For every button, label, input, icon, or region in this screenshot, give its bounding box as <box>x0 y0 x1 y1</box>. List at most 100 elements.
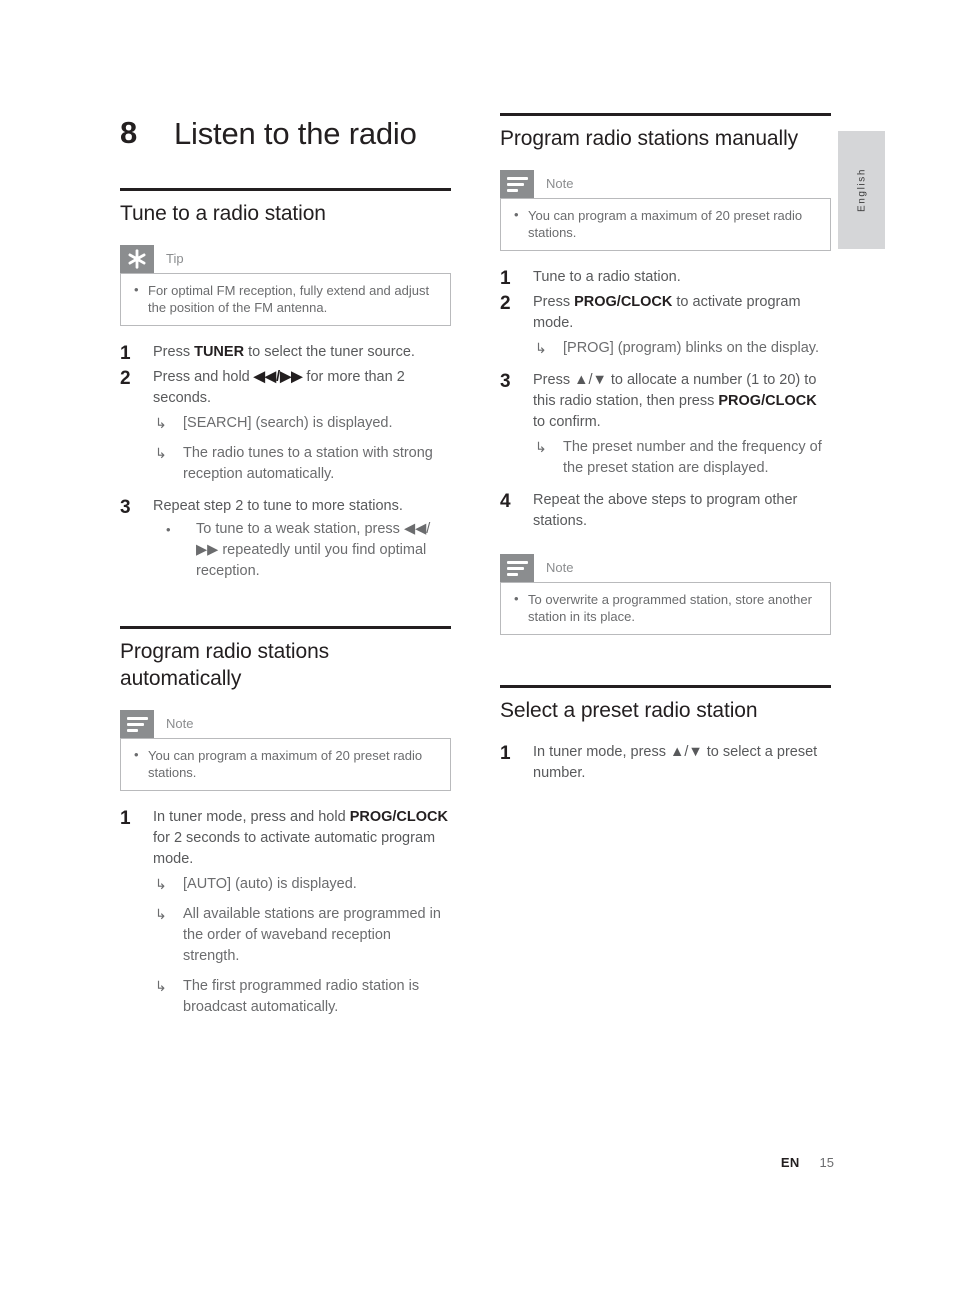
bullet-dot-icon: • <box>166 522 171 537</box>
step-number: 2 <box>120 368 131 389</box>
step-body: Press TUNER to select the tuner source. <box>153 342 451 363</box>
result-text: [AUTO] (auto) is displayed. <box>183 876 357 892</box>
footer-page-number: 15 <box>819 1155 834 1170</box>
step-body: In tuner mode, press ▲/▼ to select a pre… <box>533 742 831 784</box>
manual-page: English 8 Listen to the radio Tune to a … <box>0 0 954 1291</box>
result-arrow-icon: ↳ <box>155 978 167 994</box>
section-heading: Program radio stations manually <box>500 127 799 150</box>
chapter-title: Listen to the radio <box>174 116 417 151</box>
key-label: PROG/CLOCK <box>574 294 673 310</box>
key-label: PROG/CLOCK <box>718 393 817 409</box>
step-number: 2 <box>500 293 511 314</box>
chapter-number: 8 <box>120 115 138 150</box>
result-text: The preset number and the frequency of t… <box>563 439 822 476</box>
step-number: 3 <box>120 497 131 518</box>
callout-item: You can program a maximum of 20 preset r… <box>511 206 820 241</box>
step-list-tune: 1 Press TUNER to select the tuner source… <box>120 342 451 582</box>
language-tab-label: English <box>856 168 867 212</box>
section-heading: Program radio stations automatically <box>120 640 330 690</box>
section-heading: Select a preset radio station <box>500 699 758 722</box>
step-body: Repeat the above steps to program other … <box>533 490 831 532</box>
note-callout-label: Note <box>166 716 194 731</box>
result-item: ↳ All available stations are programmed i… <box>153 904 451 967</box>
section-rule <box>120 188 451 191</box>
key-label: PROG/CLOCK <box>349 809 448 825</box>
note-callout: Note You can program a maximum of 20 pre… <box>500 170 831 251</box>
note-callout-body: To overwrite a programmed station, store… <box>500 582 831 635</box>
result-list: ↳ [PROG] (program) blinks on the display. <box>533 338 831 359</box>
step-item: 1 In tuner mode, press ▲/▼ to select a p… <box>500 742 831 784</box>
step-body: Press PROG/CLOCK to activate program mod… <box>533 292 831 368</box>
result-item: ↳ [PROG] (program) blinks on the display. <box>533 338 831 359</box>
callout-item: For optimal FM reception, fully extend a… <box>131 281 440 316</box>
step-text: Press ▲/▼ to allocate a number (1 to 20)… <box>533 372 817 430</box>
note-callout-label: Note <box>546 560 574 575</box>
section-heading: Tune to a radio station <box>120 202 326 225</box>
section-program-radio-stations-automatically: Program radio stations automatically Not… <box>120 626 451 1027</box>
note-callout-overwrite: Note To overwrite a programmed station, … <box>500 554 831 635</box>
step-text: Repeat step 2 to tune to more stations. <box>153 498 403 514</box>
step-number: 1 <box>500 743 511 764</box>
step-body: In tuner mode, press and hold PROG/CLOCK… <box>153 807 451 1027</box>
step-item: 2 Press PROG/CLOCK to activate program m… <box>500 292 831 368</box>
section-rule <box>500 685 831 688</box>
step-body: Repeat step 2 to tune to more stations. … <box>153 496 451 582</box>
sub-bullet-text: To tune to a weak station, press ◀◀/▶▶ r… <box>196 521 431 579</box>
note-callout: Note You can program a maximum of 20 pre… <box>120 710 451 791</box>
result-text: [SEARCH] (search) is displayed. <box>183 415 393 431</box>
skip-keys-label: ◀◀/▶▶ <box>253 369 303 385</box>
page-footer: EN 15 <box>0 1155 834 1170</box>
note-lines-icon <box>500 554 534 582</box>
note-callout-body: You can program a maximum of 20 preset r… <box>120 738 451 791</box>
step-item: 4 Repeat the above steps to program othe… <box>500 490 831 532</box>
step-item: 1 Tune to a radio station. <box>500 267 831 290</box>
step-item: 3 Repeat step 2 to tune to more stations… <box>120 496 451 582</box>
tip-callout-header: Tip <box>120 245 451 273</box>
sub-bullet-item: • To tune to a weak station, press ◀◀/▶▶ … <box>153 519 451 582</box>
step-text: Repeat the above steps to program other … <box>533 492 798 529</box>
step-number: 4 <box>500 491 511 512</box>
result-item: ↳ [AUTO] (auto) is displayed. <box>153 874 451 895</box>
note-callout-body: You can program a maximum of 20 preset r… <box>500 198 831 251</box>
note-lines-icon <box>120 710 154 738</box>
result-list: ↳ [SEARCH] (search) is displayed. ↳ The ra… <box>153 413 451 485</box>
right-column: Program radio stations manually Note You… <box>500 113 831 806</box>
footer-locale: EN <box>780 1155 800 1170</box>
step-body: Press ▲/▼ to allocate a number (1 to 20)… <box>533 370 831 488</box>
result-arrow-icon: ↳ <box>155 445 167 461</box>
section-tune-to-a-radio-station: Tune to a radio station Tip • For optima… <box>120 188 451 582</box>
section-select-a-preset-radio-station: Select a preset radio station 1 In tuner… <box>500 685 831 784</box>
step-text: Press and hold ◀◀/▶▶ for more than 2 sec… <box>153 369 405 406</box>
result-text: The radio tunes to a station with strong… <box>183 445 433 482</box>
tip-callout: Tip For optimal FM reception, fully exte… <box>120 245 451 326</box>
result-arrow-icon: ↳ <box>155 906 167 922</box>
step-number: 3 <box>500 371 511 392</box>
result-arrow-icon: ↳ <box>155 876 167 892</box>
language-tab: English <box>838 131 885 249</box>
section-program-radio-stations-manually: Program radio stations manually Note You… <box>500 113 831 635</box>
step-text: In tuner mode, press and hold PROG/CLOCK… <box>153 809 448 867</box>
result-arrow-icon: ↳ <box>535 439 547 455</box>
section-rule <box>500 113 831 116</box>
callout-item: You can program a maximum of 20 preset r… <box>131 746 440 781</box>
result-text: All available stations are programmed in… <box>183 906 441 964</box>
chapter-heading: 8 Listen to the radio <box>120 113 451 154</box>
result-text: The first programmed radio station is br… <box>183 978 420 1015</box>
result-arrow-icon: ↳ <box>155 415 167 431</box>
result-item: ↳ The first programmed radio station is b… <box>153 976 451 1018</box>
step-number: 1 <box>500 268 511 289</box>
left-column: 8 Listen to the radio Tune to a radio st… <box>120 113 451 1049</box>
note-lines-icon <box>500 170 534 198</box>
callout-item: To overwrite a programmed station, store… <box>511 590 820 625</box>
step-list-select-preset: 1 In tuner mode, press ▲/▼ to select a p… <box>500 742 831 784</box>
step-text: Tune to a radio station. <box>533 269 681 285</box>
step-text: In tuner mode, press ▲/▼ to select a pre… <box>533 744 818 781</box>
step-body: Tune to a radio station. <box>533 267 831 288</box>
result-list: ↳ [AUTO] (auto) is displayed. ↳ All availa… <box>153 874 451 1018</box>
result-item: ↳ The radio tunes to a station with stron… <box>153 443 451 485</box>
note-callout-header: Note <box>500 170 831 198</box>
tip-callout-label: Tip <box>166 251 184 266</box>
note-callout-label: Note <box>546 176 574 191</box>
asterisk-icon <box>120 245 154 273</box>
